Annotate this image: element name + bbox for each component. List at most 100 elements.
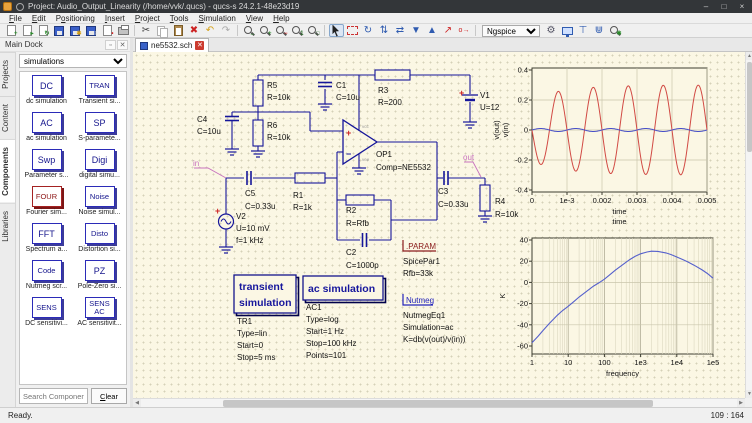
- save-as-icon[interactable]: ✱: [68, 24, 83, 37]
- svg-text:C=0.33u: C=0.33u: [438, 200, 468, 209]
- open-file-icon[interactable]: ▸: [20, 24, 35, 37]
- hscroll-thumb[interactable]: [223, 400, 653, 407]
- save-icon[interactable]: [52, 24, 67, 37]
- horizontal-scrollbar[interactable]: ◀ ▶: [133, 398, 745, 407]
- component-dc-simulation[interactable]: DC dc simulation: [20, 75, 73, 112]
- zoom-fit-icon[interactable]: ↔: [242, 24, 257, 37]
- probe-icon[interactable]: ⋓: [592, 24, 607, 37]
- svg-text:R=10k: R=10k: [267, 93, 291, 102]
- zoom-in-icon[interactable]: +: [258, 24, 273, 37]
- vertical-scrollbar[interactable]: ▲ ▼: [745, 52, 752, 398]
- menu-edit[interactable]: Edit: [27, 14, 51, 23]
- rotate-icon[interactable]: ↻: [361, 24, 376, 37]
- mirror-x-icon[interactable]: ⇅: [377, 24, 392, 37]
- component-spectrum-a[interactable]: FFT Spectrum a...: [20, 223, 73, 260]
- tab-ne5532[interactable]: ne5532.sch ✕: [135, 38, 210, 52]
- dock-tab-content[interactable]: Content: [0, 95, 15, 139]
- save-all-icon[interactable]: ≡: [84, 24, 99, 37]
- print-icon[interactable]: [116, 24, 131, 37]
- insert-wire-icon[interactable]: ↗: [441, 24, 456, 37]
- new-file-icon[interactable]: +: [4, 24, 19, 37]
- simulation-settings-icon[interactable]: ⚙: [544, 24, 559, 37]
- svg-text:ac simulation: ac simulation: [308, 283, 375, 295]
- component-nutmeg-scr[interactable]: Code Nutmeg scr...: [20, 260, 73, 297]
- component-s-paramete[interactable]: SP S-paramete...: [73, 112, 126, 149]
- svg-text:0.002: 0.002: [593, 196, 612, 205]
- paste-icon[interactable]: [171, 24, 186, 37]
- svg-text:simulation: simulation: [239, 297, 292, 309]
- view-data-display-icon[interactable]: [560, 24, 575, 37]
- engine-select[interactable]: Ngspice: [482, 24, 540, 37]
- menu-help[interactable]: Help: [268, 14, 294, 23]
- component-ac-sensitivit[interactable]: SENS AC AC sensitivit...: [73, 297, 126, 334]
- mirror-y-icon[interactable]: ⇄: [393, 24, 408, 37]
- component-pole-zero-si[interactable]: PZ Pole-Zero si...: [73, 260, 126, 297]
- maximize-button[interactable]: □: [717, 2, 731, 12]
- svg-text:.PARAM: .PARAM: [406, 242, 436, 251]
- insert-label-icon[interactable]: o→: [457, 24, 472, 37]
- close-file-icon[interactable]: •: [100, 24, 115, 37]
- redo-icon[interactable]: ↷: [219, 24, 234, 37]
- zoom-area-icon[interactable]: □: [306, 24, 321, 37]
- close-button[interactable]: ×: [735, 2, 749, 12]
- svg-text:Start=0: Start=0: [237, 341, 264, 350]
- svg-text:C=0.33u: C=0.33u: [245, 202, 275, 211]
- svg-text:K=db(v(out)/v(in)): K=db(v(out)/v(in)): [403, 335, 466, 344]
- cut-icon[interactable]: ✂: [139, 24, 154, 37]
- zoom-out-icon[interactable]: −: [274, 24, 289, 37]
- svg-text:0.4: 0.4: [518, 66, 528, 75]
- svg-text:R=10k: R=10k: [267, 133, 291, 142]
- component-dc-sensitivi[interactable]: SENS DC sensitivi...: [20, 297, 73, 334]
- undo-icon[interactable]: ↶: [203, 24, 218, 37]
- component-digital-simu[interactable]: Digi digital simu...: [73, 149, 126, 186]
- menu-positioning[interactable]: Positioning: [51, 14, 100, 23]
- dock-close-icon[interactable]: ✕: [117, 39, 128, 50]
- menu-project[interactable]: Project: [130, 14, 165, 23]
- component-distortion-si[interactable]: Disto Distortion si...: [73, 223, 126, 260]
- component-transient-si[interactable]: TRAN Transient si...: [73, 75, 126, 112]
- dock-tab-components[interactable]: Components: [0, 138, 15, 203]
- search-components-input[interactable]: [19, 388, 88, 404]
- dock-tab-projects[interactable]: Projects: [0, 52, 15, 96]
- component-ac-simulation[interactable]: AC ac simulation: [20, 112, 73, 149]
- delete-icon[interactable]: ✖: [187, 24, 202, 37]
- clear-search-button[interactable]: Clear: [91, 388, 127, 404]
- component-caption: S-paramete...: [78, 135, 121, 142]
- component-noise-simul[interactable]: Noise Noise simul...: [73, 186, 126, 223]
- svg-text:SpicePar1: SpicePar1: [403, 257, 440, 266]
- pop-out-icon[interactable]: ▲: [425, 24, 440, 37]
- select-pointer-icon[interactable]: [328, 24, 344, 37]
- title-bar: Project: Audio_Output_Linearity (/home/v…: [0, 0, 752, 13]
- svg-text:U=12: U=12: [480, 103, 500, 112]
- deactivate-icon[interactable]: [345, 24, 360, 37]
- tab-close-icon[interactable]: ✕: [195, 41, 205, 50]
- schematic-drawing[interactable]: R5 R=10k R6 R=10k C4 C=10u C1 C=10u R3 R=200 V1 U=1…: [133, 52, 745, 398]
- dock-tab-libraries[interactable]: Libraries: [0, 202, 15, 249]
- component-parameter-s[interactable]: Swp Parameter s...: [20, 149, 73, 186]
- schematic-canvas[interactable]: R5 R=10k R6 R=10k C4 C=10u C1 C=10u R3 R=200 V1 U=1…: [133, 52, 745, 398]
- dock-float-icon[interactable]: ▫: [105, 39, 116, 50]
- menu-view[interactable]: View: [241, 14, 268, 23]
- copy-icon[interactable]: [155, 24, 170, 38]
- find-component-icon[interactable]: ✱: [608, 24, 623, 37]
- svg-text:R=Rfb: R=Rfb: [346, 219, 369, 228]
- menu-simulation[interactable]: Simulation: [193, 14, 240, 23]
- svg-text:0: 0: [530, 196, 534, 205]
- zoom-1-1-icon[interactable]: 1: [290, 24, 305, 37]
- component-category-select[interactable]: simulations: [19, 54, 127, 68]
- svg-text:R3: R3: [378, 86, 389, 95]
- svg-text:Points=101: Points=101: [306, 351, 347, 360]
- menu-tools[interactable]: Tools: [165, 14, 194, 23]
- component-fourier-sim[interactable]: FOUR Fourier sim...: [20, 186, 73, 223]
- refresh-file-icon[interactable]: ↻: [36, 24, 51, 37]
- menu-file[interactable]: File: [4, 14, 27, 23]
- dc-bias-icon[interactable]: ⊤: [576, 24, 591, 37]
- menu-insert[interactable]: Insert: [100, 14, 130, 23]
- push-into-icon[interactable]: ▼: [409, 24, 424, 37]
- svg-text:v(out): v(out): [492, 120, 501, 140]
- menu-bar: File Edit Positioning Insert Project Tools Sim…: [0, 13, 752, 24]
- vscroll-thumb[interactable]: [747, 62, 752, 152]
- svg-text:+: +: [346, 128, 351, 138]
- svg-text:time: time: [612, 217, 626, 226]
- minimize-button[interactable]: –: [699, 2, 713, 12]
